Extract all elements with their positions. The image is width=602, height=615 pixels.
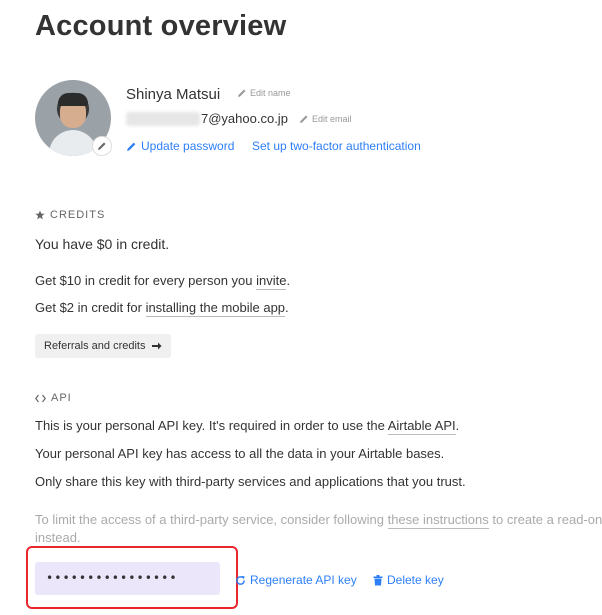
api-heading-label: API xyxy=(51,392,72,404)
code-icon xyxy=(35,394,46,402)
arrow-right-icon xyxy=(151,342,161,350)
api-description-1: This is your personal API key. It's requ… xyxy=(35,418,460,435)
credits-heading-label: CREDITS xyxy=(50,209,106,221)
two-factor-link[interactable]: Set up two-factor authentication xyxy=(252,139,421,153)
airtable-api-link[interactable]: Airtable API xyxy=(387,418,456,435)
avatar-edit-button[interactable] xyxy=(92,136,112,156)
edit-name-button[interactable]: Edit name xyxy=(237,88,291,98)
invite-link[interactable]: invite xyxy=(256,273,287,290)
profile-email: 7@yahoo.co.jp xyxy=(201,111,288,126)
credits-heading: CREDITS xyxy=(35,209,105,221)
email-redaction xyxy=(126,112,200,126)
mobile-app-link[interactable]: installing the mobile app xyxy=(145,300,286,317)
api-line1-prefix: This is your personal API key. It's requ… xyxy=(35,418,388,433)
invite-prefix: Get $10 in credit for every person you xyxy=(35,273,257,288)
delete-label: Delete key xyxy=(387,573,444,587)
invite-suffix: . xyxy=(286,273,291,288)
limit-suffix: to create a read-only xyxy=(488,512,602,527)
pencil-icon xyxy=(98,142,106,150)
api-limit-note: To limit the access of a third-party ser… xyxy=(35,510,602,530)
delete-key-button[interactable]: Delete key xyxy=(373,573,444,587)
refresh-icon xyxy=(236,575,245,585)
edit-email-label: Edit email xyxy=(312,114,352,124)
api-description-3: Only share this key with third-party ser… xyxy=(35,474,466,489)
api-description-2: Your personal API key has access to all … xyxy=(35,446,445,461)
pencil-icon xyxy=(300,115,308,123)
pencil-icon xyxy=(127,142,136,151)
mobile-credit-line: Get $2 in credit for installing the mobi… xyxy=(35,300,289,317)
limit-prefix: To limit the access of a third-party ser… xyxy=(35,512,388,527)
referrals-button-label: Referrals and credits xyxy=(44,340,146,352)
profile-name: Shinya Matsui xyxy=(126,86,221,103)
trash-icon xyxy=(373,574,383,585)
invite-credit-line: Get $10 in credit for every person you i… xyxy=(35,273,291,290)
update-password-label: Update password xyxy=(141,139,235,153)
referrals-button[interactable]: Referrals and credits xyxy=(35,334,171,358)
update-password-link[interactable]: Update password xyxy=(126,139,234,153)
regenerate-label: Regenerate API key xyxy=(250,573,357,587)
api-key-field[interactable]: •••••••••••••••• xyxy=(35,562,220,595)
edit-email-button[interactable]: Edit email xyxy=(299,114,352,124)
regenerate-api-key-button[interactable]: Regenerate API key xyxy=(235,573,357,587)
pencil-icon xyxy=(238,89,246,97)
edit-name-label: Edit name xyxy=(250,88,291,98)
page-title: Account overview xyxy=(35,10,287,42)
api-heading: API xyxy=(35,392,72,404)
api-limit-note-2: instead. xyxy=(35,530,81,545)
these-instructions-link[interactable]: these instructions xyxy=(387,512,489,529)
credit-balance: You have $0 in credit. xyxy=(35,236,170,252)
star-icon xyxy=(35,210,45,220)
mobile-suffix: . xyxy=(285,300,289,315)
api-line1-suffix: . xyxy=(455,418,460,433)
mobile-prefix: Get $2 in credit for xyxy=(35,300,146,315)
